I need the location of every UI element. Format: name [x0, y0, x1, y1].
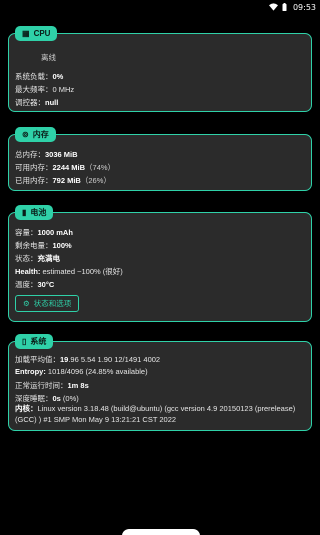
- battery-options-button[interactable]: ⚙ 状态和选项: [15, 295, 80, 312]
- cpu-governor-row: 调控器：null: [15, 97, 58, 108]
- memory-available-value: 2244 MiB: [52, 163, 86, 172]
- memory-used-percent: （26%）: [80, 176, 111, 185]
- system-loadavg-label: 加载平均值：: [15, 355, 60, 364]
- bottom-sheet-handle[interactable]: [122, 529, 200, 535]
- system-entropy-label: Entropy:: [15, 367, 46, 376]
- battery-health-row: Health: estimated ~100% (很好): [15, 266, 123, 277]
- cpu-governor-value: null: [45, 98, 59, 107]
- system-deepsleep-bold: 0s: [52, 394, 61, 403]
- chip-icon: ▦: [22, 29, 30, 38]
- battery-capacity-row: 容量：1000 mAh: [15, 227, 73, 238]
- cpu-tag: ▦ CPU: [15, 26, 58, 41]
- system-title: 系统: [30, 337, 47, 346]
- memory-title: 内存: [32, 130, 49, 139]
- system-tag: ▯ 系统: [15, 334, 54, 349]
- cpu-freq-value: 0 MHz: [52, 85, 75, 94]
- battery-capacity-value: 1000 mAh: [37, 228, 73, 237]
- gear-icon: ⚙: [23, 299, 30, 308]
- wifi-icon: [268, 3, 278, 11]
- system-deepsleep-label: 深度睡眠：: [15, 394, 53, 403]
- battery-tag: ▮ 电池: [15, 205, 54, 220]
- system-uptime-row: 正常运行时间：1m 8s: [15, 380, 89, 391]
- system-kernel-value: Linux version 3.18.48 (build@ubuntu) (gc…: [15, 404, 296, 424]
- memory-used-label: 已用内存：: [15, 176, 53, 185]
- battery-card: ▮ 电池 容量：1000 mAh 剩余电量：100% 状态：充满电 Health…: [8, 205, 312, 322]
- battery-level-label: 剩余电量：: [15, 241, 53, 250]
- cpu-load-value: 0%: [52, 72, 64, 81]
- status-icons: [268, 3, 287, 11]
- battery-icon: ▮: [22, 208, 27, 217]
- system-kernel-label: 内核：: [15, 404, 38, 413]
- cpu-load-row: 系统负载：0%: [15, 71, 63, 82]
- battery-level-value: 100%: [52, 241, 72, 250]
- cpu-state: 离线: [41, 53, 56, 62]
- system-loadavg-value: .96 5.54 1.90 12/1491 4002: [68, 355, 161, 364]
- memory-available-row: 可用内存：2244 MiB（74%）: [15, 162, 115, 173]
- cpu-freq-row: 最大频率：0 MHz: [15, 84, 74, 95]
- battery-temp-label: 温度：: [15, 280, 38, 289]
- system-kernel-row: 内核：Linux version 3.18.48 (build@ubuntu) …: [15, 403, 305, 425]
- battery-status-label: 状态：: [15, 254, 38, 263]
- memory-icon: ⊚: [22, 130, 29, 139]
- memory-available-percent: （74%）: [85, 163, 116, 172]
- memory-tag: ⊚ 内存: [15, 127, 56, 142]
- status-bar: 09:53: [0, 0, 320, 14]
- phone-icon: ▯: [22, 337, 27, 346]
- cpu-title: CPU: [33, 29, 51, 38]
- battery-health-value: estimated ~100% (很好): [40, 267, 123, 276]
- battery-options-label: 状态和选项: [33, 299, 72, 308]
- battery-temp-value: 30°C: [37, 280, 55, 289]
- memory-total-value: 3036 MiB: [45, 150, 78, 159]
- system-loadavg-row: 加载平均值：19.96 5.54 1.90 12/1491 4002: [15, 354, 160, 365]
- system-entropy-value: 1018/4096 (24.85% available): [45, 367, 148, 376]
- cpu-freq-label: 最大频率：: [15, 85, 53, 94]
- memory-card: ⊚ 内存 总内存：3036 MiB 可用内存：2244 MiB（74%） 已用内…: [8, 127, 312, 191]
- memory-total-label: 总内存：: [15, 150, 45, 159]
- battery-temp-row: 温度：30°C: [15, 279, 54, 290]
- memory-available-label: 可用内存：: [15, 163, 53, 172]
- cpu-card: ▦ CPU 离线 系统负载：0% 最大频率：0 MHz 调控器：null: [8, 26, 312, 112]
- battery-icon: [282, 3, 287, 11]
- memory-used-row: 已用内存：792 MiB（26%）: [15, 175, 111, 186]
- battery-level-row: 剩余电量：100%: [15, 240, 72, 251]
- memory-total-row: 总内存：3036 MiB: [15, 149, 78, 160]
- battery-status-row: 状态：充满电: [15, 253, 60, 264]
- battery-capacity-label: 容量：: [15, 228, 38, 237]
- memory-used-value: 792 MiB: [52, 176, 81, 185]
- system-entropy-row: Entropy: 1018/4096 (24.85% available): [15, 367, 148, 376]
- cpu-load-label: 系统负载：: [15, 72, 53, 81]
- cpu-governor-label: 调控器：: [15, 98, 45, 107]
- system-deepsleep-value: (0%): [60, 394, 79, 403]
- battery-health-label: Health:: [15, 267, 41, 276]
- clock: 09:53: [292, 2, 316, 12]
- system-card: ▯ 系统 加载平均值：19.96 5.54 1.90 12/1491 4002 …: [8, 334, 312, 431]
- battery-status-value: 充满电: [37, 254, 61, 263]
- battery-title: 电池: [30, 208, 47, 217]
- system-uptime-label: 正常运行时间：: [15, 381, 68, 390]
- system-uptime-value: 1m 8s: [67, 381, 89, 390]
